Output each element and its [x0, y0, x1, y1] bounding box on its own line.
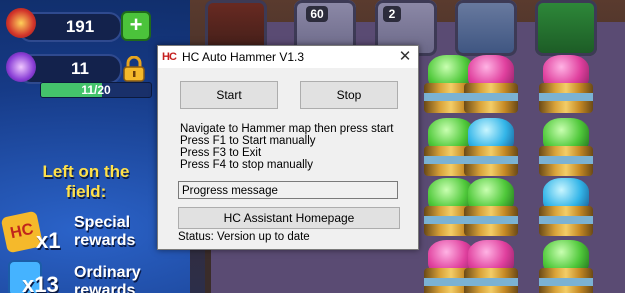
ordinary-reward-label: Ordinary rewards: [74, 264, 141, 293]
left-on-field-title: Left on the field:: [42, 162, 130, 201]
auto-hammer-window: HC HC Auto Hammer V1.3 ✕ Start Stop Navi…: [157, 45, 419, 250]
start-button[interactable]: Start: [180, 81, 278, 109]
special-reward-count: x1: [36, 228, 61, 253]
instruction-line: Press F4 to stop manually: [180, 159, 313, 171]
gem-pot[interactable]: [535, 178, 597, 238]
instruction-line: Press F3 to Exit: [180, 147, 262, 159]
instruction-line: Press F1 to Start manually: [180, 135, 316, 147]
gem-pot[interactable]: [460, 178, 522, 238]
tile-count-badge: 60: [306, 6, 328, 22]
gem-pot[interactable]: [460, 240, 522, 293]
progress-text: 11/20: [81, 83, 111, 97]
instruction-line: Navigate to Hammer map then press start: [180, 123, 394, 135]
lock-icon: [123, 56, 145, 82]
hammers-value: 11: [71, 59, 89, 78]
coins-value: 191: [65, 17, 95, 36]
add-coins-button[interactable]: +: [121, 11, 151, 41]
gem-pot[interactable]: [535, 118, 597, 178]
hc-app-icon: HC: [162, 51, 177, 63]
gem-pot[interactable]: [460, 118, 522, 178]
hammer-progress-bar: 11/20: [40, 82, 152, 98]
homepage-button[interactable]: HC Assistant Homepage: [178, 207, 400, 229]
tile-count-badge: 2: [383, 6, 401, 22]
stop-button[interactable]: Stop: [300, 81, 398, 109]
gem-pot[interactable]: [535, 55, 597, 115]
close-icon[interactable]: ✕: [392, 46, 418, 68]
hammer-icon: [6, 52, 36, 82]
window-title: HC Auto Hammer V1.3: [182, 50, 305, 64]
progress-message-field: Progress message: [178, 181, 398, 199]
board-tile[interactable]: [455, 0, 517, 56]
board-tile-exit[interactable]: [535, 0, 597, 56]
ordinary-reward-count: x13: [22, 272, 59, 293]
gem-pot[interactable]: [535, 240, 597, 293]
dynamite-icon: [6, 8, 36, 38]
gem-pot[interactable]: [460, 55, 522, 115]
status-text: Status: Version up to date: [178, 231, 310, 243]
special-reward-label: Special rewards: [74, 214, 136, 249]
window-titlebar[interactable]: HC HC Auto Hammer V1.3 ✕: [158, 46, 418, 68]
